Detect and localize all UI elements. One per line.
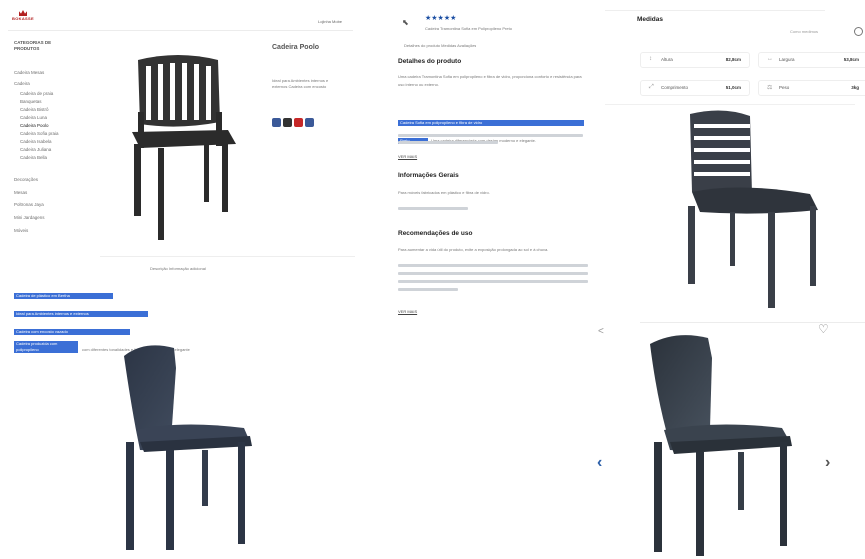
measures-title: Medidas (637, 16, 664, 23)
sidebar-item[interactable]: Cadeira Bella (20, 155, 47, 160)
width-icon: ↔ (767, 56, 773, 62)
product-title: Cadeira Poolo (272, 44, 320, 51)
gallery-prev-arrow[interactable]: ‹ (597, 454, 602, 472)
weight-icon: ⚖ (767, 85, 773, 91)
selected-line: Cadeira com encosto vazado (14, 329, 130, 335)
sidebar-item-active[interactable]: Cadeira Poolo (20, 123, 49, 128)
header-divider (8, 30, 353, 31)
product-short-desc: Ideal para Ambientes internos e externos… (272, 78, 329, 89)
product-image-right[interactable] (678, 108, 828, 310)
sidebar-item[interactable]: Cadeira Luna (20, 115, 47, 120)
measures-search[interactable]: Como medimos (790, 29, 818, 34)
sidebar-item[interactable]: Cadeira Mesas (14, 70, 44, 75)
sidebar-item[interactable]: Móveis (14, 228, 28, 233)
category-sidebar: CATEGORIAS DE PRODUTOS Cadeira Mesas Cad… (14, 40, 89, 240)
sidebar-item[interactable]: Decorações (14, 177, 38, 182)
height-icon: ↕ (649, 56, 652, 62)
product-breadcrumb: Cadeira Tramontina Sofia em Polipropilen… (425, 26, 512, 31)
product-thumb-icon: ⬉ (402, 18, 409, 27)
product-image-main[interactable] (118, 52, 248, 244)
sidebar-item[interactable]: Poltronas Jaya (14, 202, 44, 207)
heart-icon[interactable]: ♡ (818, 322, 829, 336)
selected-line: Cadeira produzida com polipropileno (14, 341, 78, 353)
measures-divider (605, 104, 855, 105)
measure-width: ↔ Largura 53,8cm (758, 52, 865, 68)
recs-text: Para aumentar a vida útil do produto, ev… (398, 247, 549, 252)
recs-heading: Recomendações de uso (398, 230, 473, 237)
sidebar-title: CATEGORIAS DE PRODUTOS (14, 40, 52, 51)
measure-value: 82,8cm (725, 57, 741, 62)
sidebar-item[interactable]: Cadeira Sofia praia (20, 131, 59, 136)
measure-weight: ⚖ Peso 3kg (758, 80, 865, 96)
measure-length: ⤢ Comprimento 51,0cm (640, 80, 750, 96)
sidebar-item[interactable]: Cadeira Juliana (20, 147, 51, 152)
social-share (272, 114, 316, 132)
share-icon[interactable]: < (598, 326, 604, 337)
measure-height: ↕ Altura 82,8cm (640, 52, 750, 68)
measure-label: Peso (779, 85, 790, 90)
left-divider (100, 256, 355, 257)
sidebar-item[interactable]: Banquetas (20, 99, 42, 104)
sidebar-item[interactable]: Cadeira (14, 81, 30, 86)
selected-line: Ideal para Ambientes internos e externos (14, 311, 148, 317)
product-tabs-middle[interactable]: Detalhes do produto Medidas Avaliações (404, 43, 476, 49)
product-tabs[interactable]: Descrição Informação adicional (150, 266, 206, 272)
details-text: Uma cadeira Tramontina Sofia em poliprop… (398, 74, 582, 87)
sidebar-item[interactable]: Mini Jardagens (14, 215, 45, 220)
measure-value: 53,8cm (843, 57, 859, 62)
top-link[interactable]: Lojinha Mobe (318, 19, 342, 24)
sidebar-item[interactable]: Cadeira Isabela (20, 139, 52, 144)
measure-value: 3kg (851, 85, 859, 90)
measure-label: Comprimento (661, 85, 689, 90)
info-text: Para móveis fabricados em plástico e fib… (398, 190, 490, 195)
info-more-bar (398, 207, 468, 210)
ver-mais-link-1[interactable]: VER MAIS (398, 154, 417, 159)
sidebar-item[interactable]: Cadeira de praia (20, 91, 53, 96)
gallery-next-arrow[interactable]: › (825, 454, 830, 472)
right-mid-divider (640, 322, 865, 323)
crown-icon (19, 10, 27, 16)
facebook-icon[interactable] (272, 118, 281, 127)
measure-label: Altura (661, 57, 673, 62)
recs-more-bars (398, 264, 588, 291)
pinterest-icon[interactable] (294, 118, 303, 127)
ver-mais-link-2[interactable]: VER MAIS (398, 309, 417, 314)
logo-text: BOKASSE (12, 16, 34, 21)
sidebar-item[interactable]: Cadeira Bistrô (20, 107, 49, 112)
twitter-icon[interactable] (283, 118, 292, 127)
measure-label: Largura (779, 57, 795, 62)
details-heading: Detalhes do produto (398, 58, 462, 65)
length-icon: ⤢ (649, 84, 654, 90)
rating-stars[interactable]: ★★★★★ (425, 14, 456, 22)
info-heading: Informações Gerais (398, 172, 459, 179)
selected-line: Cadeira de plástico em Bertha (14, 293, 113, 299)
product-photo-bottom-left[interactable] (110, 338, 280, 556)
right-top-divider (605, 10, 825, 11)
email-icon[interactable] (305, 118, 314, 127)
store-logo[interactable]: BOKASSE (8, 10, 38, 24)
measure-value: 51,0cm (725, 85, 741, 90)
sidebar-item[interactable]: Mesas (14, 190, 27, 195)
search-icon[interactable] (854, 27, 863, 36)
highlight-line: Cadeira Sofia em polipropileno e fibra d… (398, 120, 584, 126)
product-photo-bottom-right[interactable] (632, 330, 812, 558)
details-more-text (398, 134, 588, 144)
